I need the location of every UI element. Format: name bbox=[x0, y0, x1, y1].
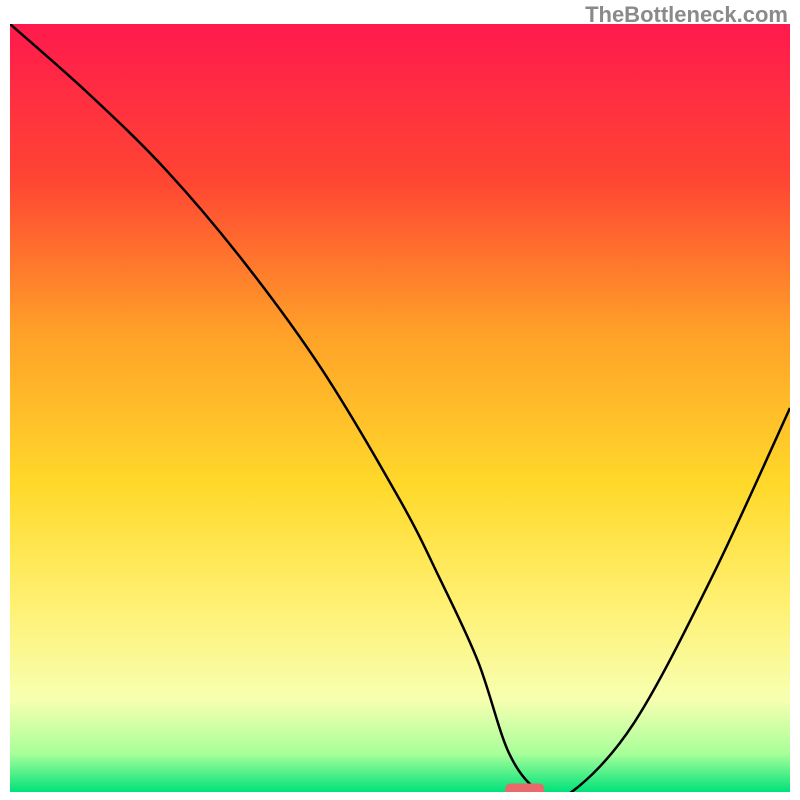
optimal-marker bbox=[505, 784, 544, 792]
chart-canvas bbox=[10, 24, 790, 792]
bottleneck-plot bbox=[10, 24, 790, 792]
chart-background bbox=[10, 24, 790, 792]
watermark-text: TheBottleneck.com bbox=[585, 2, 788, 28]
